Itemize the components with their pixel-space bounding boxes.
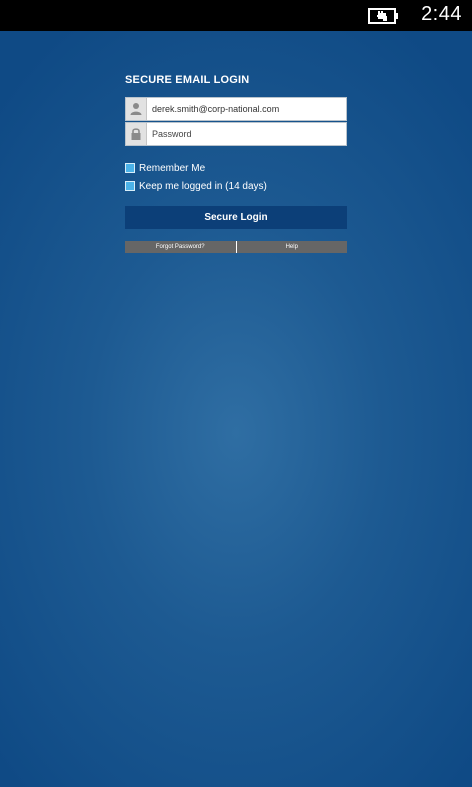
login-panel: SECURE EMAIL LOGIN Remember Me Keep me l… <box>125 72 347 253</box>
battery-charging-icon <box>368 8 398 24</box>
lock-icon <box>131 128 141 140</box>
secure-login-button[interactable]: Secure Login <box>125 206 347 229</box>
password-field-container <box>125 122 347 146</box>
links-bar: Forgot Password? Help <box>125 241 347 253</box>
forgot-password-link[interactable]: Forgot Password? <box>125 241 236 253</box>
user-icon-box <box>126 98 147 120</box>
keep-logged-in-checkbox[interactable] <box>125 181 135 191</box>
login-title: SECURE EMAIL LOGIN <box>125 74 250 86</box>
help-link[interactable]: Help <box>237 241 348 253</box>
lock-icon-box <box>126 123 147 145</box>
user-icon <box>130 103 142 115</box>
status-clock: 2:44 <box>421 3 462 25</box>
email-field-container <box>125 97 347 121</box>
status-bar: 2:44 <box>0 0 472 31</box>
keep-logged-in-row[interactable]: Keep me logged in (14 days) <box>125 179 347 193</box>
remember-me-row[interactable]: Remember Me <box>125 161 347 175</box>
remember-me-label: Remember Me <box>139 162 206 174</box>
remember-me-checkbox[interactable] <box>125 163 135 173</box>
keep-logged-in-label: Keep me logged in (14 days) <box>139 180 267 192</box>
password-field[interactable] <box>147 123 345 145</box>
email-field[interactable] <box>147 98 345 120</box>
